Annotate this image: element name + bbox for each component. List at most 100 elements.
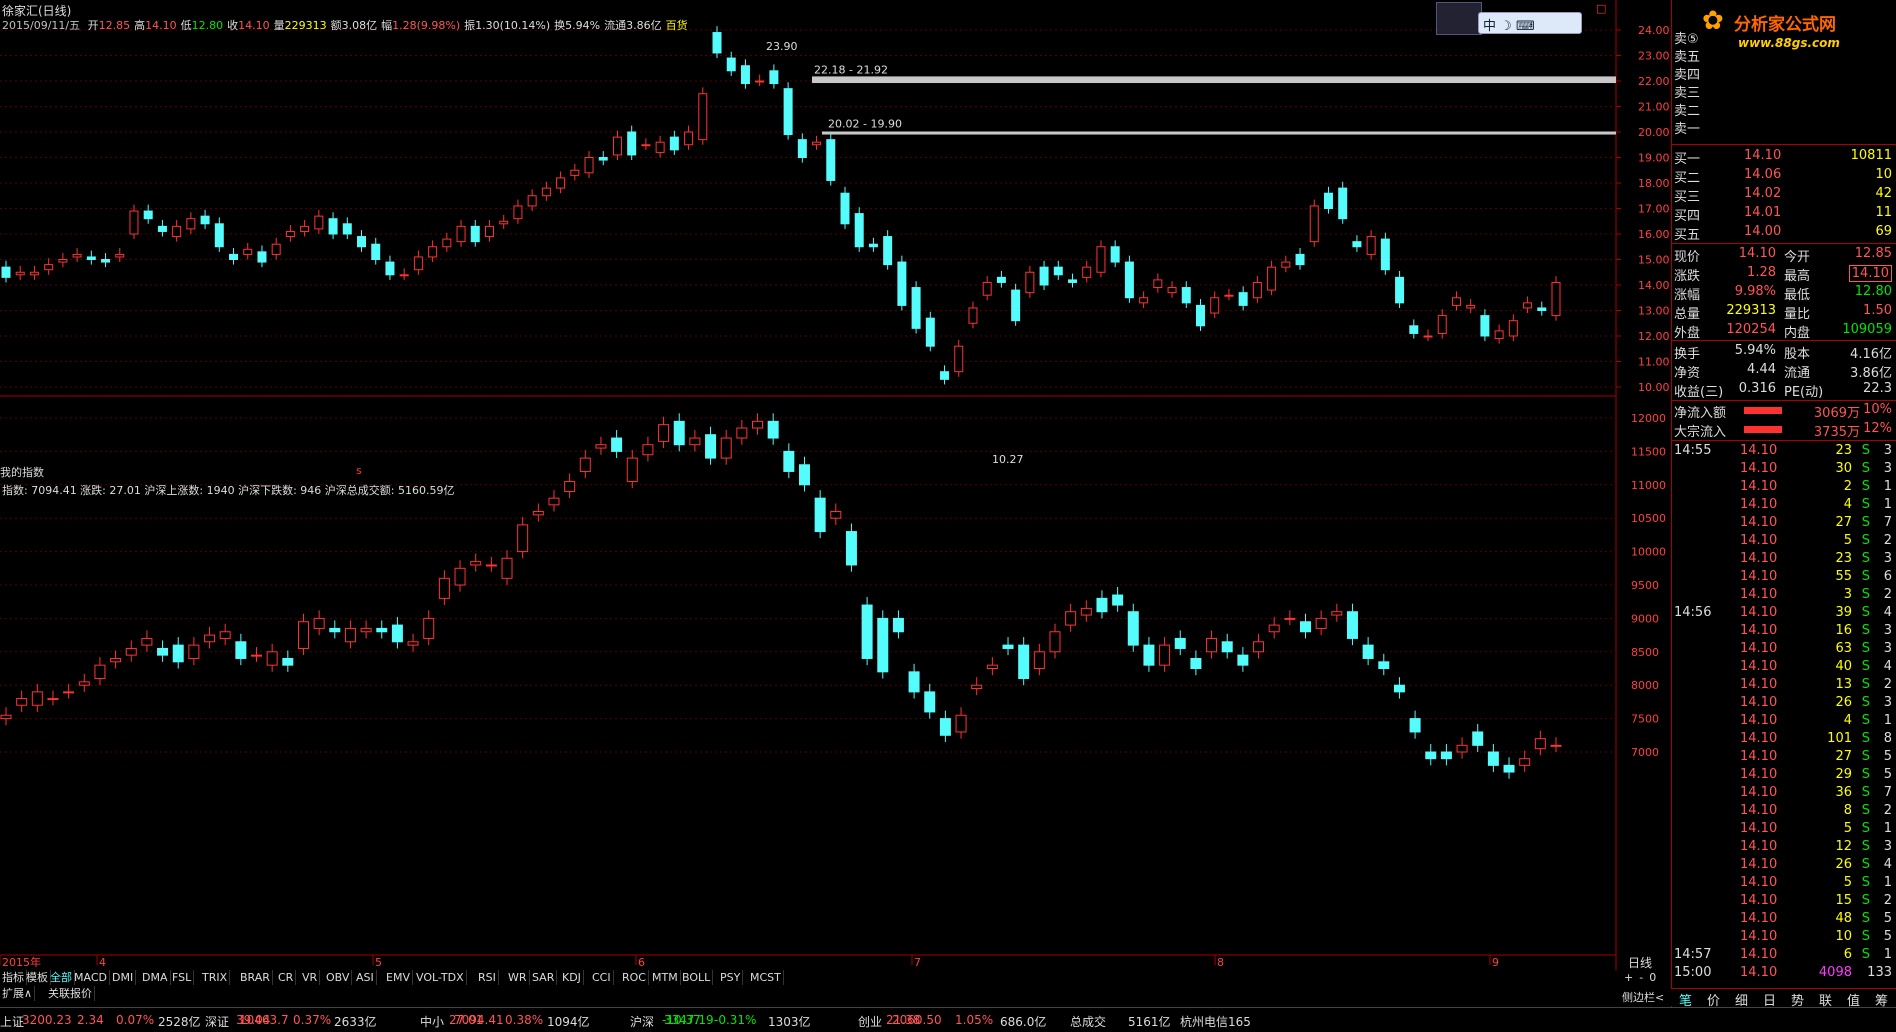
candle bbox=[883, 230, 893, 270]
candle bbox=[897, 255, 907, 311]
kline-chart[interactable]: 24.00 23.00 22.00 21.00 20.00 19.00 18.00 17.00… bbox=[0, 0, 1896, 1032]
bottom-tab[interactable]: 扩展∧ bbox=[0, 986, 36, 1001]
index-change: 21.38 bbox=[886, 1013, 921, 1027]
candle bbox=[1238, 286, 1248, 311]
ohlc-value: 3.08亿 bbox=[341, 19, 378, 32]
index-candle bbox=[0, 707, 12, 726]
indicator-tab[interactable]: DMA bbox=[140, 970, 171, 985]
stat-value: 4.44 bbox=[1747, 362, 1776, 377]
avatar[interactable] bbox=[1436, 2, 1482, 35]
index-candle bbox=[1472, 723, 1484, 752]
candle bbox=[1181, 281, 1191, 308]
indicator-tab[interactable]: BOLL bbox=[680, 970, 714, 985]
indicator-tab[interactable]: CR bbox=[276, 970, 297, 985]
indicator-tab[interactable]: ASI bbox=[354, 970, 377, 985]
ytick-label: 20.00 bbox=[1638, 126, 1670, 139]
index-amount: 2528亿 bbox=[158, 1015, 201, 1029]
tick-volume: 2 bbox=[1843, 479, 1852, 494]
candle bbox=[1124, 255, 1134, 303]
tick-side: S bbox=[1861, 929, 1870, 944]
candle bbox=[854, 207, 864, 252]
candle bbox=[271, 237, 281, 260]
window-controls[interactable]: □ bbox=[1596, 2, 1606, 15]
ohlc-label: 幅 bbox=[381, 19, 393, 32]
tick-volume: 30 bbox=[1835, 461, 1852, 476]
tick-count: 2 bbox=[1883, 677, 1892, 692]
stat-value: 120254 bbox=[1726, 322, 1776, 337]
ohlc-item: 开12.85 bbox=[88, 19, 131, 32]
tick-count: 1 bbox=[1883, 821, 1892, 836]
bottom-tab[interactable]: 关联报价 bbox=[46, 986, 95, 1001]
candle bbox=[1082, 260, 1092, 283]
ohlc-label: 换 bbox=[554, 19, 566, 32]
candle bbox=[1224, 288, 1234, 301]
ohlc-item: 额3.08亿 bbox=[331, 19, 378, 32]
index-candle bbox=[814, 490, 826, 539]
tick-volume: 39 bbox=[1835, 605, 1852, 620]
indicator-tab[interactable]: DMI bbox=[110, 970, 137, 985]
indicator-tab[interactable]: EMV bbox=[384, 970, 413, 985]
flow-bar bbox=[1744, 426, 1782, 433]
index-name: 中小 bbox=[420, 1015, 445, 1029]
indicator-tab[interactable]: MACD bbox=[72, 970, 110, 985]
ytick-label: 7000 bbox=[1631, 746, 1659, 759]
index-value: 3200.23 bbox=[22, 1013, 72, 1027]
indicator-tab[interactable]: CCI bbox=[590, 970, 614, 985]
indicator-tab[interactable]: VOL-TDX bbox=[414, 970, 467, 985]
index-candle bbox=[1346, 603, 1358, 646]
bid-label: 买一 bbox=[1674, 152, 1701, 167]
tick-volume: 15 bbox=[1835, 893, 1852, 908]
stat-value: 109059 bbox=[1842, 322, 1892, 337]
tick-side: S bbox=[1861, 749, 1870, 764]
tick-price: 14.10 bbox=[1740, 821, 1778, 836]
index-candle bbox=[470, 553, 482, 572]
keyboard-icon[interactable]: ⌨ bbox=[1516, 19, 1535, 34]
tick-side: S bbox=[1861, 857, 1870, 872]
ime-toolbar[interactable]: 中 ☽ ⌨ bbox=[1478, 12, 1582, 34]
period-label[interactable]: 日线 bbox=[1628, 954, 1652, 971]
indicator-tab[interactable]: VR bbox=[300, 970, 321, 985]
indicator-tab[interactable]: FSL bbox=[170, 970, 195, 985]
tick-side: S bbox=[1861, 893, 1870, 908]
indicator-tab[interactable]: OBV bbox=[324, 970, 353, 985]
indicator-tab[interactable]: 模板 bbox=[24, 970, 51, 985]
index-name: 沪深 bbox=[630, 1015, 655, 1029]
indicator-tab[interactable]: MCST bbox=[748, 970, 784, 985]
index-candle bbox=[1049, 623, 1061, 659]
indicator-tab[interactable]: SAR bbox=[530, 970, 558, 985]
tick-count: 5 bbox=[1883, 929, 1892, 944]
moon-icon[interactable]: ☽ bbox=[1500, 19, 1512, 34]
tick-volume: 6 bbox=[1843, 947, 1852, 962]
index-candle bbox=[642, 436, 654, 462]
indicator-tab[interactable]: 指标 bbox=[0, 970, 27, 985]
candle bbox=[342, 217, 352, 240]
tick-price: 14.10 bbox=[1740, 713, 1778, 728]
indicator-tab[interactable]: WR bbox=[506, 970, 530, 985]
indicator-tab[interactable]: PSY bbox=[718, 970, 744, 985]
indicator-tab[interactable]: MTM bbox=[650, 970, 681, 985]
divider bbox=[1672, 243, 1896, 244]
indicator-tab[interactable]: ROC bbox=[620, 970, 649, 985]
ime-mode[interactable]: 中 bbox=[1483, 19, 1496, 34]
sidebar-toggle[interactable]: 侧边栏< bbox=[1622, 989, 1664, 1005]
tick-side: S bbox=[1861, 839, 1870, 854]
sub-title: 我的指数 bbox=[0, 466, 44, 479]
ytick-label: 17.00 bbox=[1638, 203, 1670, 216]
candle bbox=[641, 138, 651, 150]
indicator-tab[interactable]: BRAR bbox=[238, 970, 273, 985]
indicator-tab[interactable]: 全部 bbox=[48, 970, 75, 985]
indicator-tab[interactable]: TRIX bbox=[200, 970, 231, 985]
indicator-tab[interactable]: RSI bbox=[476, 970, 499, 985]
tick-volume: 4098 bbox=[1818, 965, 1852, 980]
flow-pct: 12% bbox=[1863, 421, 1892, 436]
index-pct: 0.37% bbox=[293, 1013, 332, 1027]
tick-count: 2 bbox=[1883, 803, 1892, 818]
indicator-tab[interactable]: KDJ bbox=[560, 970, 584, 985]
tick-time: 14:56 bbox=[1674, 605, 1712, 620]
zoom-button[interactable]: + bbox=[1624, 971, 1633, 984]
index-candle bbox=[798, 456, 810, 492]
zoom-button[interactable]: 0 bbox=[1649, 971, 1656, 984]
indicator-tab-bar: 指标 模板 全部 MACD DMI DMA FSL TRIX BRAR CR VR OBV ASI EMV… bbox=[0, 970, 1620, 986]
zoom-button[interactable]: - bbox=[1639, 971, 1643, 984]
stat-label: 内盘 bbox=[1784, 326, 1811, 341]
